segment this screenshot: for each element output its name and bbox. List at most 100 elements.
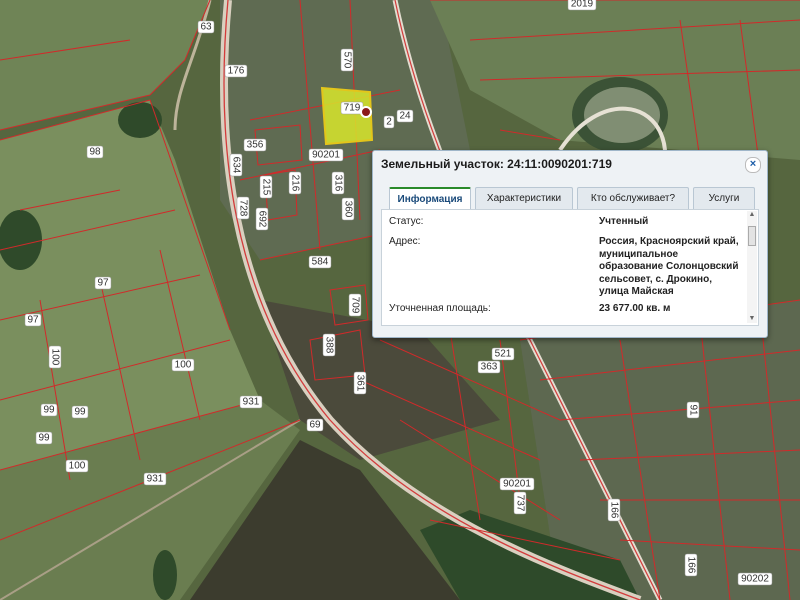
parcel-number-text: 316	[332, 175, 343, 192]
parcel-number-label: 360	[341, 197, 355, 221]
parcel-number-label: 97	[94, 276, 112, 290]
parcel-number-label: 99	[35, 431, 53, 445]
parcel-number-text: 98	[89, 147, 101, 158]
parcel-number-text: 737	[514, 495, 525, 512]
parcel-number-label: 361	[353, 371, 367, 395]
tab-services[interactable]: Услуги	[693, 187, 755, 209]
area-value: 23 677.00 кв. м	[599, 303, 671, 314]
parcel-number-label: 166	[684, 553, 698, 577]
parcel-number-label: 63	[197, 20, 215, 34]
parcel-number-label: 98	[86, 145, 104, 159]
parcel-number-label: 709	[348, 293, 362, 317]
parcel-number-text: 215	[260, 179, 271, 196]
parcel-number-label: 215	[259, 175, 273, 199]
close-icon[interactable]: ×	[745, 157, 761, 173]
tree-cluster	[0, 210, 42, 270]
parcel-location-marker[interactable]	[360, 106, 372, 118]
parcel-number-label: 388	[322, 333, 336, 357]
parcel-number-label: 692	[255, 207, 269, 231]
tree-cluster	[118, 102, 162, 138]
parcel-number-text: 363	[481, 362, 498, 373]
parcel-number-text: 90201	[503, 479, 531, 490]
parcel-number-label: 316	[331, 171, 345, 195]
parcel-number-text: 728	[237, 200, 248, 217]
parcel-number-text: 97	[27, 315, 39, 326]
scroll-up-icon[interactable]: ▲	[748, 211, 756, 219]
parcel-number-text: 719	[344, 103, 361, 114]
parcel-number-label: 100	[65, 459, 89, 473]
parcel-number-text: 99	[43, 405, 55, 416]
parcel-number-text: 931	[147, 474, 164, 485]
parcel-number-label: 90202	[737, 572, 773, 586]
parcel-info-popup: Земельный участок: 24:11:0090201:719 × И…	[372, 150, 768, 338]
parcel-number-text: 176	[228, 66, 245, 77]
scroll-down-icon[interactable]: ▼	[748, 315, 756, 323]
tab-characteristics[interactable]: Характеристики	[475, 187, 573, 209]
parcel-number-label: 931	[239, 395, 263, 409]
parcel-number-label: 166	[607, 498, 621, 522]
parcel-number-label: 363	[477, 360, 501, 374]
address-label: Адрес:	[389, 236, 421, 247]
parcel-number-label: 216	[288, 171, 302, 195]
parcel-number-label: 69	[306, 418, 324, 432]
parcel-number-label: 100	[171, 358, 195, 372]
parcel-number-text: 63	[200, 22, 212, 33]
parcel-number-text: 2	[386, 117, 392, 128]
parcel-number-text: 100	[49, 349, 60, 366]
status-value: Учтенный	[599, 216, 649, 227]
parcel-number-label: 90201	[308, 148, 344, 162]
parcel-number-text: 709	[349, 297, 360, 314]
scroll-thumb[interactable]	[748, 226, 756, 246]
popup-header: Земельный участок: 24:11:0090201:719 ×	[373, 151, 767, 177]
parcel-number-label: 2	[383, 115, 395, 129]
parcel-number-label: 584	[308, 255, 332, 269]
parcel-number-text: 24	[399, 111, 411, 122]
parcel-number-label: 356	[243, 138, 267, 152]
parcel-number-label: 737	[513, 491, 527, 515]
parcel-number-text: 99	[74, 407, 86, 418]
parcel-number-text: 584	[312, 257, 329, 268]
parcel-number-text: 931	[243, 397, 260, 408]
parcel-number-label: 24	[396, 109, 414, 123]
panel-scrollbar[interactable]: ▲ ▼	[747, 211, 757, 323]
parcel-number-text: 570	[341, 52, 352, 69]
parcel-number-text: 91	[687, 404, 698, 416]
parcel-number-text: 90201	[312, 150, 340, 161]
parcel-number-text: 388	[323, 337, 334, 354]
parcel-number-text: 100	[69, 461, 86, 472]
address-value: Россия, Красноярский край, муниципальное…	[599, 236, 739, 297]
parcel-number-label: 97	[24, 313, 42, 327]
parcel-number-text: 634	[230, 157, 241, 174]
info-panel: Статус: Учтенный Адрес: Россия, Краснояр…	[381, 209, 759, 326]
parcel-number-label: 2019	[567, 0, 597, 11]
area-label: Уточненная площадь:	[389, 303, 491, 314]
parcel-number-text: 361	[354, 375, 365, 392]
parcel-number-text: 521	[495, 349, 512, 360]
parcel-number-label: 176	[224, 64, 248, 78]
parcel-number-text: 360	[342, 201, 353, 218]
tree-cluster	[153, 550, 177, 600]
parcel-number-text: 692	[256, 211, 267, 228]
parcel-number-text: 100	[175, 360, 192, 371]
parcel-number-label: 634	[229, 153, 243, 177]
tab-who-serves[interactable]: Кто обслуживает?	[577, 187, 689, 209]
parcel-number-text: 356	[247, 140, 264, 151]
parcel-number-label: 91	[686, 401, 700, 419]
parcel-number-label: 570	[340, 48, 354, 72]
parcel-number-label: 931	[143, 472, 167, 486]
tab-information[interactable]: Информация	[389, 187, 471, 211]
parcel-number-text: 166	[608, 502, 619, 519]
parcel-number-text: 166	[685, 557, 696, 574]
parcel-number-text: 2019	[571, 0, 594, 10]
parcel-number-text: 216	[289, 175, 300, 192]
parcel-number-label: 521	[491, 347, 515, 361]
parcel-number-text: 99	[38, 433, 50, 444]
parcel-number-text: 90202	[741, 574, 769, 585]
popup-title: Земельный участок: 24:11:0090201:719	[381, 157, 612, 171]
parcel-number-label: 99	[40, 403, 58, 417]
parcel-number-label: 90201	[499, 477, 535, 491]
parcel-number-text: 69	[309, 420, 321, 431]
parcel-number-label: 99	[71, 405, 89, 419]
parcel-number-label: 728	[236, 196, 250, 220]
parcel-number-text: 97	[97, 278, 109, 289]
